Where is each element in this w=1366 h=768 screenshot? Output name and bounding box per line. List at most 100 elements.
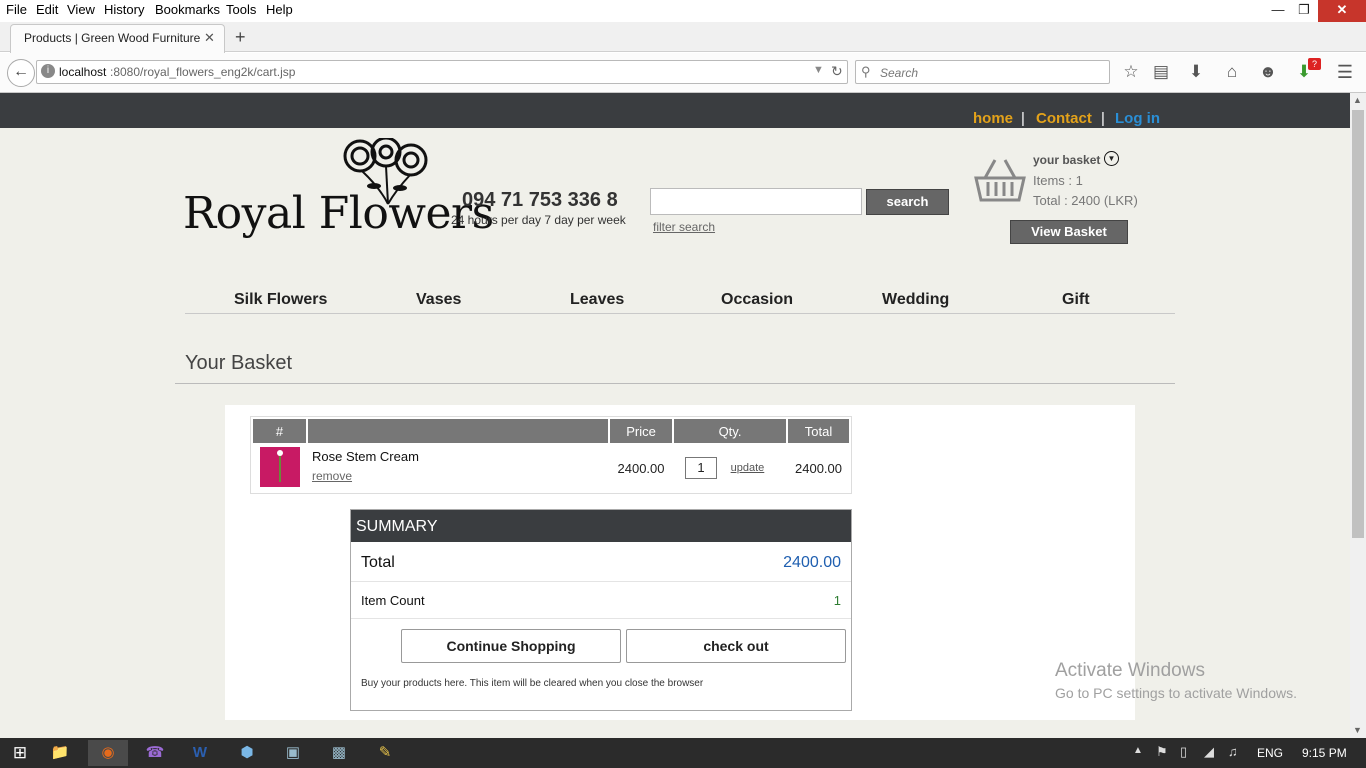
category-leaves[interactable]: Leaves	[570, 291, 624, 309]
menu-file[interactable]: File	[6, 2, 27, 17]
checkout-button[interactable]: check out	[626, 629, 846, 663]
chevron-down-icon[interactable]: ▼	[1104, 151, 1119, 166]
menu-edit[interactable]: Edit	[36, 2, 58, 17]
summary-total-label: Total	[361, 554, 395, 571]
action-center-flag-icon[interactable]: ⚑	[1156, 744, 1168, 760]
filter-search-link[interactable]: filter search	[653, 220, 715, 234]
menu-history[interactable]: History	[104, 2, 144, 17]
firefox-icon[interactable]: ◉	[88, 740, 128, 766]
qty-cell: 1 update	[674, 445, 786, 491]
chat-icon[interactable]: ☻	[1258, 62, 1278, 82]
view-basket-button[interactable]: View Basket	[1010, 220, 1128, 244]
product-thumb-cell	[253, 445, 306, 491]
word-icon[interactable]: W	[180, 740, 220, 766]
new-tab-icon[interactable]: +	[235, 27, 246, 48]
clock[interactable]: 9:15 PM	[1302, 746, 1347, 760]
category-gift[interactable]: Gift	[1062, 291, 1090, 309]
summary-divider	[351, 618, 851, 619]
product-image[interactable]	[259, 446, 300, 487]
home-icon[interactable]: ⌂	[1222, 62, 1242, 82]
volume-icon[interactable]: ♫	[1228, 744, 1238, 759]
language-indicator[interactable]: ENG	[1257, 746, 1283, 760]
cart-table: # Price Qty. Total Rose Stem Cream remov…	[250, 416, 852, 494]
item-count-value: 1	[833, 593, 841, 608]
tab-title: Products | Green Wood Furniture	[24, 31, 201, 45]
windows-start-icon[interactable]: ⊞	[0, 740, 40, 766]
row-total-cell: 2400.00	[795, 460, 842, 476]
basket-items: Items : 1	[1033, 173, 1083, 188]
summary-total-value: 2400.00	[783, 554, 841, 571]
close-tab-icon[interactable]: ✕	[204, 30, 215, 46]
nav-separator: |	[1021, 110, 1025, 127]
remove-link[interactable]: remove	[312, 469, 608, 483]
image-viewer-icon[interactable]: ▣	[273, 740, 313, 766]
header-qty: Qty.	[674, 419, 786, 443]
virtualbox-icon[interactable]: ⬢	[227, 740, 267, 766]
title-divider	[175, 383, 1175, 384]
cart-header-row: # Price Qty. Total	[253, 419, 849, 443]
basket-title: your basket	[1033, 153, 1101, 167]
browser-search-box[interactable]: ⚲ Search	[855, 60, 1110, 84]
search-icon: ⚲	[861, 64, 871, 79]
site-logo-text[interactable]: Royal Flowers	[183, 188, 494, 239]
update-link[interactable]: update	[731, 462, 765, 474]
battery-icon[interactable]: ▯	[1180, 744, 1187, 760]
basket-icon[interactable]	[973, 156, 1027, 204]
page-title: Your Basket	[185, 352, 293, 374]
page-viewport: home | Contact | Log in Royal Flowers 09…	[0, 93, 1350, 738]
header-total: Total	[788, 419, 849, 443]
download-icon[interactable]: ⬇	[1186, 62, 1206, 82]
addon-badge: ?	[1308, 58, 1321, 70]
file-explorer-icon[interactable]: 📁	[40, 740, 80, 766]
reading-list-icon[interactable]: ▤	[1151, 62, 1171, 82]
url-bar[interactable]: i localhost :8080/royal_flowers_eng2k/ca…	[36, 60, 848, 84]
category-wedding[interactable]: Wedding	[882, 291, 949, 309]
product-name[interactable]: Rose Stem Cream	[312, 449, 608, 464]
category-divider	[185, 313, 1175, 314]
category-occasion[interactable]: Occasion	[721, 291, 793, 309]
continue-shopping-button[interactable]: Continue Shopping	[401, 629, 621, 663]
tab-products[interactable]: Products | Green Wood Furniture ✕	[10, 24, 225, 53]
back-icon[interactable]: ←	[7, 59, 35, 87]
quantity-input[interactable]: 1	[685, 457, 717, 479]
category-silk-flowers[interactable]: Silk Flowers	[234, 291, 327, 309]
price-cell: 2400.00	[617, 460, 665, 476]
menu-view[interactable]: View	[67, 2, 95, 17]
summary-box: SUMMARY Total 2400.00 Item Count 1 Conti…	[350, 509, 852, 711]
reload-icon[interactable]: ↻	[831, 63, 843, 80]
menu-help[interactable]: Help	[266, 2, 293, 17]
remote-desktop-icon[interactable]: ▩	[319, 740, 359, 766]
summary-divider	[351, 581, 851, 582]
hamburger-menu-icon[interactable]: ☰	[1335, 62, 1355, 82]
nav-home-link[interactable]: home	[973, 110, 1013, 127]
nav-login-link[interactable]: Log in	[1115, 110, 1160, 127]
scroll-up-icon[interactable]: ▲	[1353, 95, 1362, 105]
activate-windows-title: Activate Windows	[1055, 660, 1205, 681]
table-row: Rose Stem Cream remove 2400.00 1 update …	[253, 445, 849, 491]
menu-tools[interactable]: Tools	[226, 2, 256, 17]
url-host: localhost	[59, 65, 107, 79]
dropdown-icon[interactable]: ▼	[813, 64, 824, 76]
product-cell: Rose Stem Cream remove	[308, 445, 608, 491]
header-product	[308, 419, 608, 443]
search-placeholder: Search	[880, 66, 919, 80]
category-vases[interactable]: Vases	[416, 291, 461, 309]
paint-icon[interactable]: ✎	[365, 740, 405, 766]
tray-expand-icon[interactable]: ▲	[1133, 745, 1143, 756]
network-signal-icon[interactable]: ◢	[1204, 744, 1214, 760]
bookmark-star-icon[interactable]: ☆	[1121, 62, 1141, 82]
url-path: :8080/royal_flowers_eng2k/cart.jsp	[110, 65, 296, 79]
close-window-icon[interactable]: ✕	[1318, 0, 1366, 22]
item-count-label: Item Count	[361, 593, 425, 608]
scroll-down-icon[interactable]: ▼	[1353, 725, 1362, 735]
menu-bookmarks[interactable]: Bookmarks	[155, 2, 220, 17]
search-button[interactable]: search	[866, 189, 949, 215]
summary-note: Buy your products here. This item will b…	[361, 678, 704, 689]
scrollbar-thumb[interactable]	[1352, 110, 1364, 538]
viber-icon[interactable]: ☎	[135, 740, 175, 766]
header-price: Price	[610, 419, 672, 443]
summary-title: SUMMARY	[351, 510, 851, 542]
nav-contact-link[interactable]: Contact	[1036, 110, 1092, 127]
menu-bar: File Edit View History Bookmarks Tools H…	[0, 0, 1366, 22]
site-search-input[interactable]	[650, 188, 862, 215]
